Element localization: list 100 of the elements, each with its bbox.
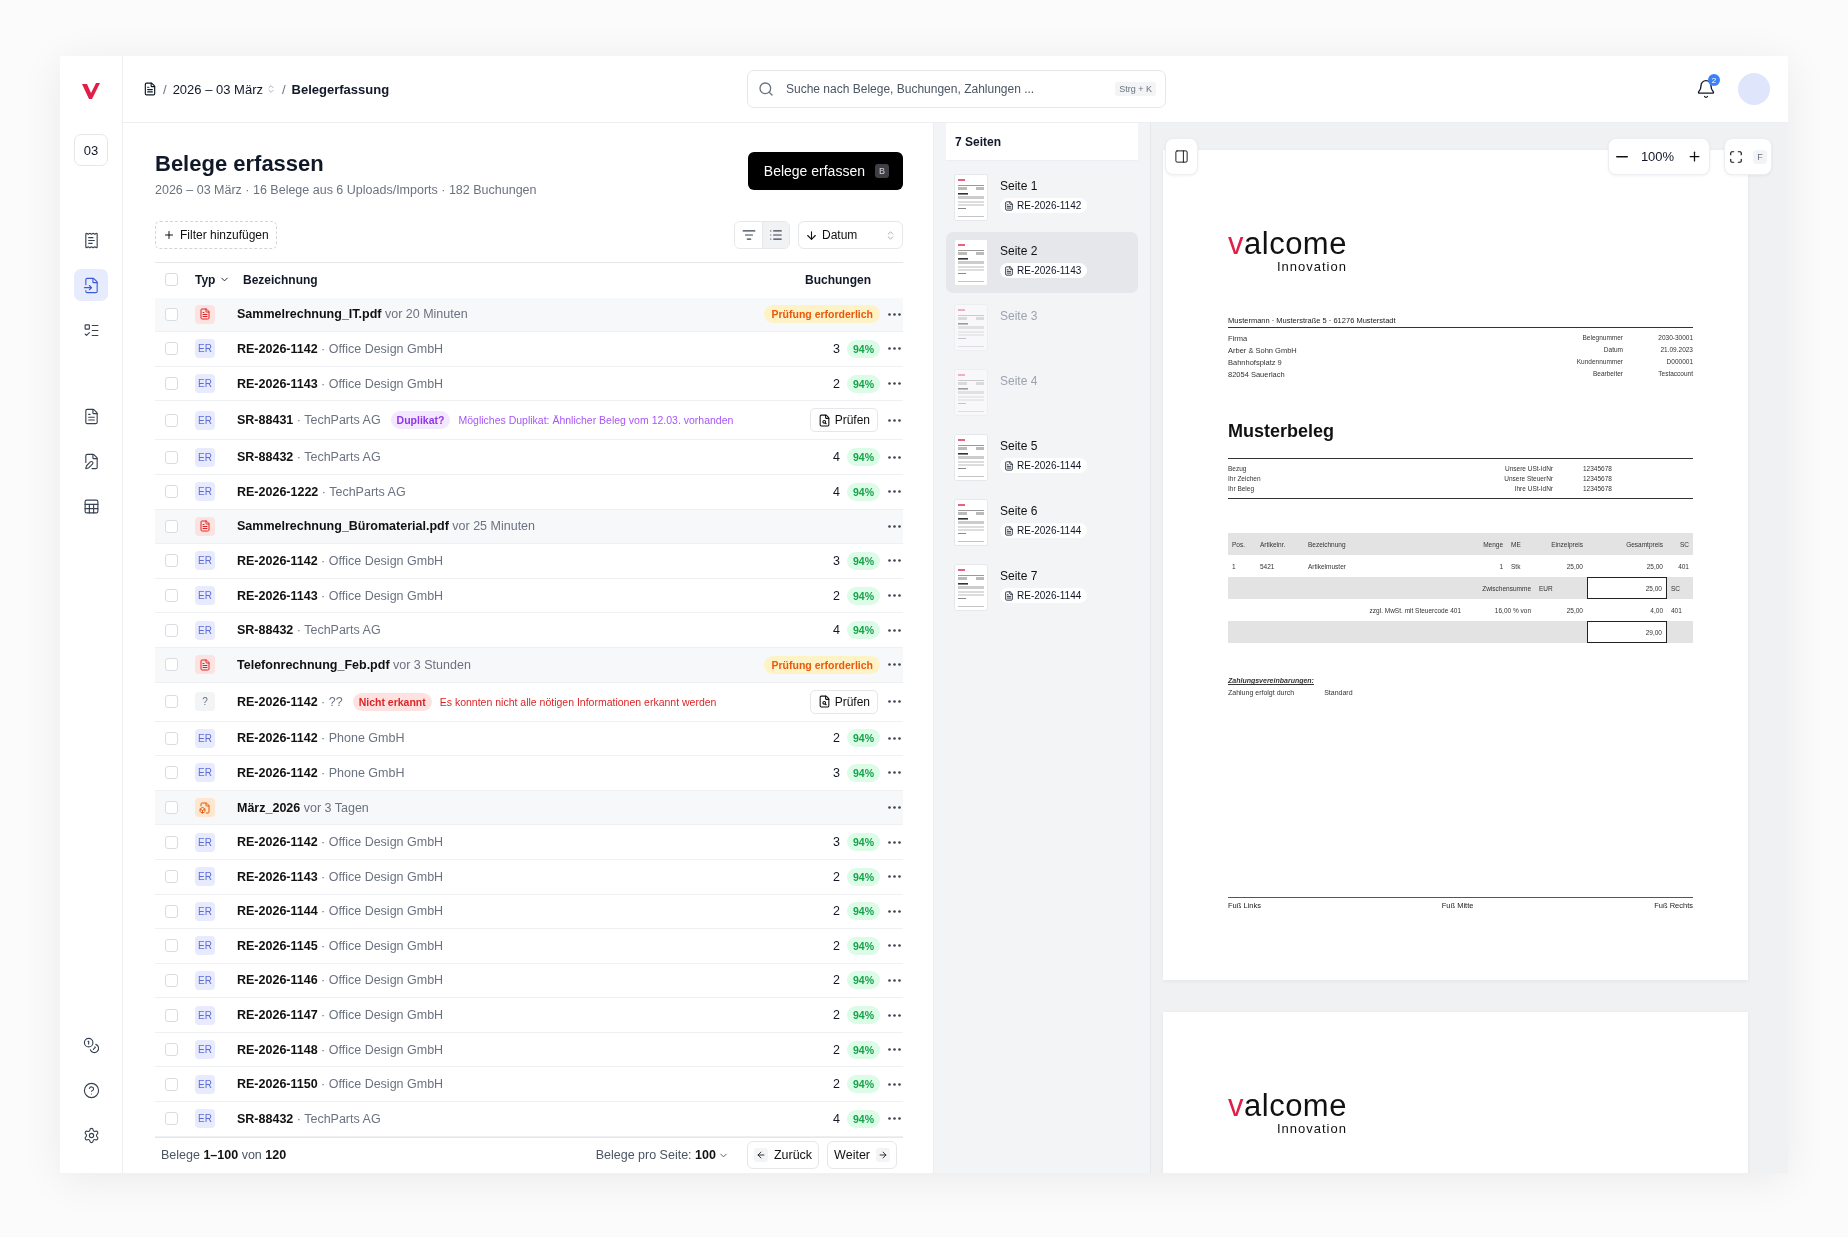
more-button[interactable] (888, 944, 901, 948)
checkbox[interactable] (165, 485, 178, 499)
checkbox[interactable] (165, 1112, 178, 1126)
ellipsis-icon (888, 979, 901, 982)
checkbox[interactable] (165, 1008, 178, 1022)
more-button[interactable] (888, 736, 901, 740)
sort-select[interactable]: Datum (798, 221, 903, 249)
checkbox[interactable] (165, 695, 178, 709)
more-button[interactable] (888, 418, 901, 422)
receipt-icon (82, 231, 100, 249)
previous-button[interactable]: Zurück (746, 1141, 820, 1170)
zoom-out-button[interactable] (1615, 155, 1628, 158)
checkbox[interactable] (165, 731, 178, 745)
checkbox[interactable] (165, 766, 178, 780)
per-page-select[interactable]: Belege pro Seite: 100 (589, 1147, 735, 1164)
ellipsis-icon (888, 347, 901, 351)
more-button[interactable] (888, 840, 901, 844)
more-button[interactable] (888, 347, 901, 351)
edit-document-icon (82, 452, 100, 470)
checkbox[interactable] (165, 801, 178, 814)
checkbox[interactable] (165, 904, 178, 918)
page-label: Seite 3 (1000, 309, 1038, 323)
page-item[interactable]: Seite 6 RE-2026-1144 (946, 492, 1138, 553)
breadcrumb-link[interactable]: 2026 – 03 März (172, 81, 276, 97)
page-item[interactable]: Seite 1 RE-2026-1142 (946, 167, 1138, 228)
checkbox[interactable] (165, 450, 178, 464)
review-button[interactable]: Prüfen (809, 689, 878, 714)
type-badge: ER (195, 620, 215, 640)
more-button[interactable] (888, 1117, 901, 1121)
more-button[interactable] (888, 628, 901, 632)
zoom-in-button[interactable] (1687, 149, 1703, 164)
confidence-badge: 94% (847, 763, 880, 782)
confidence-badge: 94% (847, 586, 880, 605)
ellipsis-icon (888, 628, 901, 632)
view-toggle[interactable] (762, 222, 789, 248)
booking-count: 4 (833, 484, 840, 499)
checkbox[interactable] (165, 413, 178, 427)
more-button[interactable] (888, 594, 901, 598)
checkbox[interactable] (165, 342, 178, 356)
type-badge: ER (195, 1005, 215, 1025)
import-icon (195, 798, 215, 817)
type-badge: ER (195, 728, 215, 748)
more-button[interactable] (888, 455, 901, 459)
review-button[interactable]: Prüfen (809, 408, 878, 433)
checkbox[interactable] (165, 273, 178, 287)
receipt-chip: RE-2026-1144 (1000, 588, 1088, 603)
checkbox[interactable] (165, 870, 178, 884)
checkbox[interactable] (165, 519, 178, 533)
logo-wordmark: valcome (1228, 228, 1347, 259)
ellipsis-icon (888, 455, 901, 459)
checkbox[interactable] (165, 1077, 178, 1091)
ellipsis-icon (888, 875, 901, 879)
workspace-badge[interactable]: 03 (74, 134, 108, 166)
more-button[interactable] (888, 490, 901, 494)
upload-title: Sammelrechnung_IT.pdf vor 20 Minuten (237, 307, 468, 322)
checkbox[interactable] (165, 1043, 178, 1057)
more-button[interactable] (888, 559, 901, 563)
more-button[interactable] (888, 663, 901, 667)
more-button[interactable] (888, 382, 901, 386)
type-badge: ER (195, 936, 215, 956)
filter-button[interactable]: Filter hinzufügen (155, 221, 277, 249)
column-header[interactable]: Typ (195, 272, 243, 287)
notification-icon[interactable] (1696, 79, 1716, 99)
type-badge: ER (195, 867, 215, 887)
receipt-title: RE-2026-1143 · Office Design GmbH (237, 376, 444, 391)
page-item[interactable]: Seite 2 RE-2026-1143 (946, 232, 1138, 293)
type-badge: ER (195, 339, 215, 359)
checkbox[interactable] (165, 939, 178, 953)
page-item[interactable]: Seite 7 RE-2026-1144 (946, 557, 1138, 618)
more-button[interactable] (888, 700, 901, 704)
confidence-badge: 94% (847, 1075, 880, 1094)
more-button[interactable] (888, 806, 901, 809)
more-button[interactable] (888, 312, 901, 316)
ellipsis-icon (888, 909, 901, 913)
checkbox[interactable] (165, 623, 178, 637)
checkbox[interactable] (165, 377, 178, 391)
more-button[interactable] (888, 909, 901, 913)
nav-button[interactable] (74, 269, 108, 301)
booking-count: 2 (833, 1077, 840, 1092)
more-button[interactable] (888, 1082, 901, 1086)
more-button[interactable] (888, 875, 901, 879)
capture-button[interactable]: Belege erfassen B (747, 152, 903, 190)
checkbox[interactable] (165, 554, 178, 568)
more-button[interactable] (888, 1048, 901, 1052)
more-button[interactable] (888, 1013, 901, 1017)
next-button[interactable]: Weiter (827, 1141, 897, 1170)
ellipsis-icon (888, 663, 901, 667)
checkbox[interactable] (165, 589, 178, 603)
panel-toggle-button[interactable] (1165, 138, 1198, 175)
more-button[interactable] (888, 979, 901, 982)
fullscreen-button[interactable]: F (1724, 138, 1772, 175)
page-item[interactable]: Seite 5 RE-2026-1144 (946, 427, 1138, 488)
checkbox[interactable] (165, 658, 178, 672)
booking-count: 3 (833, 765, 840, 780)
more-button[interactable] (888, 771, 901, 775)
checkbox[interactable] (165, 835, 178, 849)
checkbox[interactable] (165, 307, 178, 321)
checkbox[interactable] (165, 974, 178, 987)
more-button[interactable] (888, 524, 901, 528)
ellipsis-icon (888, 490, 901, 494)
